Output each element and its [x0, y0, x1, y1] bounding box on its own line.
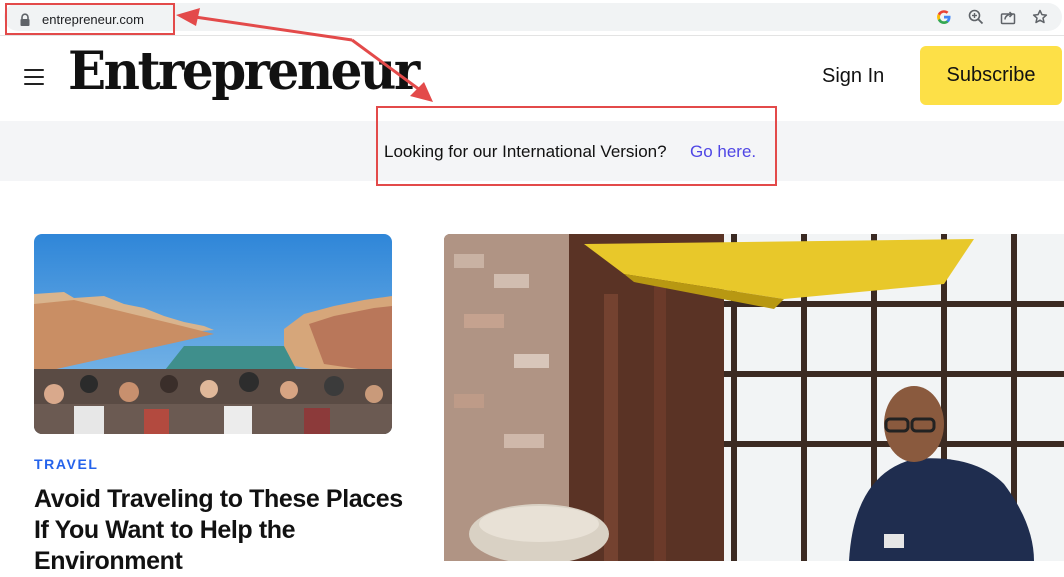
annotation-arrow-to-url — [194, 15, 353, 42]
arrow-head-url — [176, 8, 200, 26]
annotation-arrows — [176, 8, 433, 102]
annotation-arrow-to-banner — [351, 38, 421, 92]
